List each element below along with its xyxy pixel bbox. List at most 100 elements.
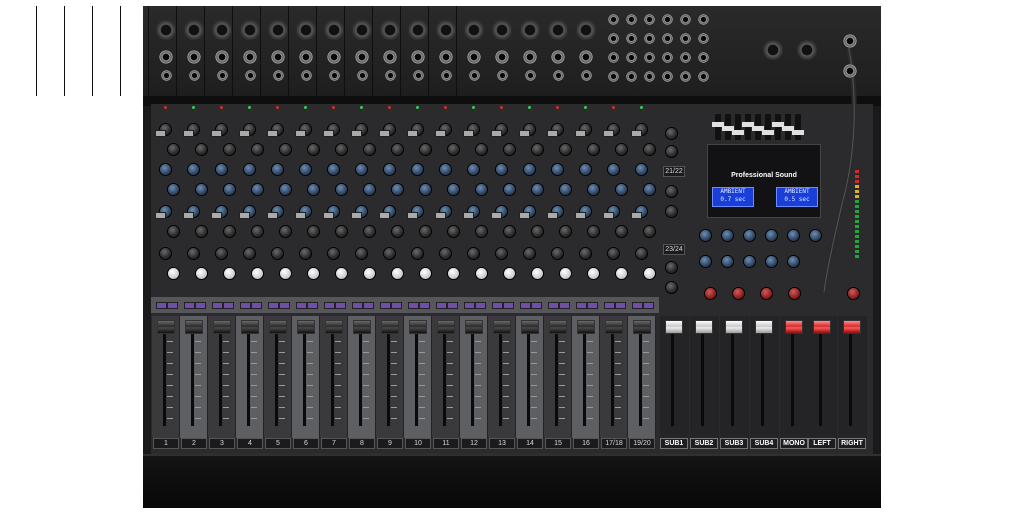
channel-knob[interactable] bbox=[560, 268, 571, 279]
graphic-eq-knob[interactable] bbox=[762, 130, 774, 135]
solo-button[interactable] bbox=[447, 302, 458, 309]
channel-knob[interactable] bbox=[552, 164, 563, 175]
channel-knob[interactable] bbox=[476, 268, 487, 279]
channel-knob[interactable] bbox=[160, 164, 171, 175]
channel-knob[interactable] bbox=[440, 164, 451, 175]
channel-knob[interactable] bbox=[532, 268, 543, 279]
graphic-eq-slider[interactable] bbox=[762, 114, 774, 140]
channel-knob[interactable] bbox=[448, 268, 459, 279]
eq-button[interactable] bbox=[295, 212, 306, 219]
channel-knob[interactable] bbox=[224, 144, 235, 155]
channel-knob[interactable] bbox=[412, 164, 423, 175]
solo-button[interactable] bbox=[503, 302, 514, 309]
channel-knob[interactable] bbox=[616, 184, 627, 195]
channel-knob[interactable] bbox=[504, 184, 515, 195]
channel-knob[interactable] bbox=[644, 226, 655, 237]
mute-button[interactable] bbox=[324, 302, 335, 309]
channel-knob[interactable] bbox=[392, 144, 403, 155]
mute-button[interactable] bbox=[604, 302, 615, 309]
eq-button[interactable] bbox=[603, 212, 614, 219]
mute-button[interactable] bbox=[184, 302, 195, 309]
channel-knob[interactable] bbox=[496, 248, 507, 259]
channel-knob[interactable] bbox=[224, 268, 235, 279]
mute-button[interactable] bbox=[352, 302, 363, 309]
channel-knob[interactable] bbox=[336, 226, 347, 237]
graphic-eq-slider[interactable] bbox=[732, 114, 744, 140]
channel-knob[interactable] bbox=[384, 248, 395, 259]
graphic-eq-slider[interactable] bbox=[752, 114, 764, 140]
channel-fader-knob[interactable] bbox=[633, 320, 651, 334]
channel-knob[interactable] bbox=[308, 184, 319, 195]
channel-knob[interactable] bbox=[616, 268, 627, 279]
graphic-eq-slider[interactable] bbox=[722, 114, 734, 140]
mute-button[interactable] bbox=[464, 302, 475, 309]
pad-button[interactable] bbox=[547, 130, 558, 137]
channel-knob[interactable] bbox=[160, 248, 171, 259]
channel-fader-knob[interactable] bbox=[241, 320, 259, 334]
channel-knob[interactable] bbox=[168, 226, 179, 237]
pad-button[interactable] bbox=[491, 130, 502, 137]
master-knob[interactable] bbox=[722, 230, 733, 241]
pad-button[interactable] bbox=[603, 130, 614, 137]
group-fader-knob[interactable] bbox=[785, 320, 803, 334]
channel-fader-knob[interactable] bbox=[213, 320, 231, 334]
eq-button[interactable] bbox=[575, 212, 586, 219]
channel-knob[interactable] bbox=[244, 164, 255, 175]
solo-button[interactable] bbox=[195, 302, 206, 309]
channel-knob[interactable] bbox=[588, 268, 599, 279]
group-fader-knob[interactable] bbox=[725, 320, 743, 334]
channel-knob[interactable] bbox=[216, 164, 227, 175]
mute-button[interactable] bbox=[632, 302, 643, 309]
channel-knob[interactable] bbox=[328, 164, 339, 175]
channel-knob[interactable] bbox=[496, 164, 507, 175]
master-knob[interactable] bbox=[810, 230, 821, 241]
solo-button[interactable] bbox=[223, 302, 234, 309]
group-fader-knob[interactable] bbox=[843, 320, 861, 334]
eq-button[interactable] bbox=[379, 212, 390, 219]
channel-knob[interactable] bbox=[420, 226, 431, 237]
channel-knob[interactable] bbox=[336, 268, 347, 279]
solo-button[interactable] bbox=[475, 302, 486, 309]
channel-knob[interactable] bbox=[476, 184, 487, 195]
mute-button[interactable] bbox=[548, 302, 559, 309]
channel-knob[interactable] bbox=[356, 248, 367, 259]
eq-button[interactable] bbox=[211, 212, 222, 219]
master-knob[interactable] bbox=[761, 288, 772, 299]
eq-button[interactable] bbox=[463, 212, 474, 219]
solo-button[interactable] bbox=[335, 302, 346, 309]
group-fader-knob[interactable] bbox=[813, 320, 831, 334]
channel-fader-knob[interactable] bbox=[549, 320, 567, 334]
mute-button[interactable] bbox=[520, 302, 531, 309]
channel-knob[interactable] bbox=[504, 226, 515, 237]
channel-knob[interactable] bbox=[636, 164, 647, 175]
master-knob[interactable] bbox=[788, 256, 799, 267]
channel-knob[interactable] bbox=[580, 164, 591, 175]
channel-fader-knob[interactable] bbox=[493, 320, 511, 334]
group-fader-knob[interactable] bbox=[665, 320, 683, 334]
channel-knob[interactable] bbox=[476, 226, 487, 237]
channel-knob[interactable] bbox=[616, 226, 627, 237]
channel-knob[interactable] bbox=[328, 248, 339, 259]
channel-knob[interactable] bbox=[168, 144, 179, 155]
channel-knob[interactable] bbox=[532, 226, 543, 237]
channel-knob[interactable] bbox=[196, 184, 207, 195]
channel-knob[interactable] bbox=[552, 248, 563, 259]
channel-knob[interactable] bbox=[280, 226, 291, 237]
channel-fader-knob[interactable] bbox=[381, 320, 399, 334]
pad-button[interactable] bbox=[519, 130, 530, 137]
pad-button[interactable] bbox=[183, 130, 194, 137]
channel-fader-knob[interactable] bbox=[577, 320, 595, 334]
pad-button[interactable] bbox=[211, 130, 222, 137]
channel-knob[interactable] bbox=[252, 226, 263, 237]
eq-button[interactable] bbox=[491, 212, 502, 219]
solo-button[interactable] bbox=[531, 302, 542, 309]
pad-button[interactable] bbox=[631, 130, 642, 137]
channel-knob[interactable] bbox=[216, 248, 227, 259]
channel-knob[interactable] bbox=[588, 184, 599, 195]
eq-button[interactable] bbox=[267, 212, 278, 219]
solo-button[interactable] bbox=[307, 302, 318, 309]
stereo-knob[interactable] bbox=[666, 128, 677, 139]
channel-fader-knob[interactable] bbox=[521, 320, 539, 334]
channel-knob[interactable] bbox=[308, 144, 319, 155]
channel-knob[interactable] bbox=[336, 184, 347, 195]
